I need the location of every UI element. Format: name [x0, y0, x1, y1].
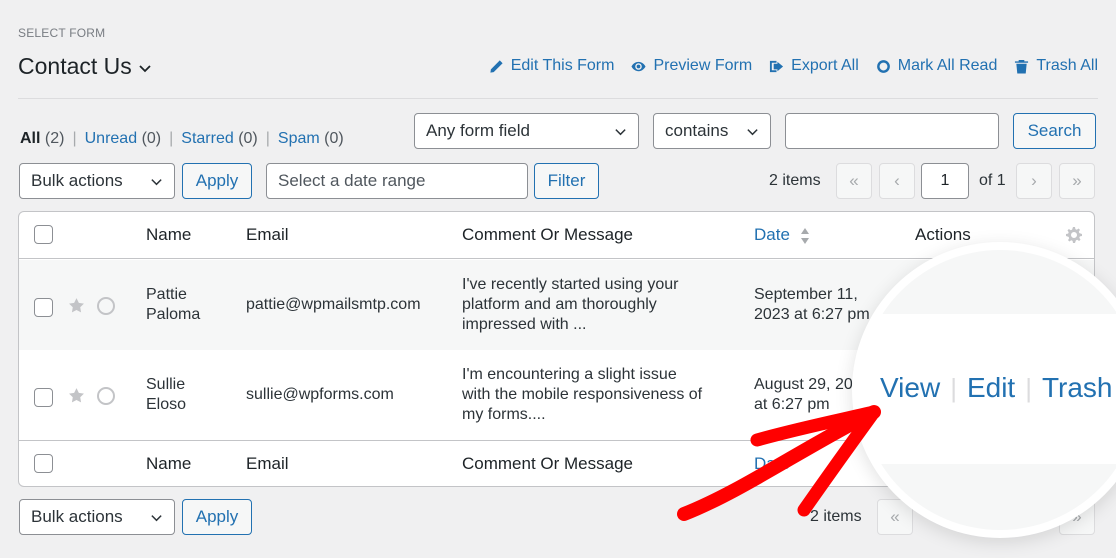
select-all-checkbox[interactable]: [34, 454, 53, 473]
magnifier-callout: View | Edit | Trash: [860, 250, 1116, 530]
entry-email: pattie@wpmailsmtp.com: [246, 296, 421, 313]
select-form-label: SELECT FORM: [18, 26, 106, 40]
view-all[interactable]: All (2): [20, 130, 64, 148]
chevron-down-icon: [151, 178, 162, 185]
chevron-down-icon: [615, 128, 626, 135]
column-message: Comment Or Message: [462, 225, 633, 244]
view-separator: |: [72, 130, 77, 147]
bulk-actions-select-bottom[interactable]: Bulk actions: [19, 499, 175, 535]
pencil-icon: [490, 59, 503, 73]
field-select[interactable]: Any form field: [414, 113, 639, 149]
action-separator: |: [1025, 372, 1032, 403]
column-email: Email: [246, 454, 289, 473]
items-count-bottom: 2 items: [810, 508, 862, 525]
mark-all-read-link[interactable]: Mark All Read: [876, 57, 998, 75]
view-separator: |: [265, 130, 270, 147]
column-actions: Actions: [915, 225, 971, 244]
trash-all-label: Trash All: [1036, 57, 1098, 74]
form-selector[interactable]: Contact Us: [18, 53, 152, 80]
read-status-icon[interactable]: [97, 387, 115, 405]
entry-name: Sullie Eloso: [146, 376, 187, 413]
column-name: Name: [146, 454, 192, 473]
prev-page-button[interactable]: ‹: [879, 163, 915, 199]
preview-form-label: Preview Form: [653, 57, 753, 74]
view-entry-link[interactable]: View: [880, 372, 940, 404]
edit-form-label: Edit This Form: [510, 57, 615, 74]
first-page-button[interactable]: «: [836, 163, 872, 199]
edit-form-link[interactable]: Edit This Form: [489, 57, 615, 75]
entry-name: Pattie Paloma: [146, 286, 201, 323]
trash-all-link[interactable]: Trash All: [1014, 57, 1098, 75]
entry-date: September 11, 2023 at 6:27 pm: [754, 286, 870, 323]
view-filters: All (2) | Unread (0) | Starred (0) | Spa…: [20, 130, 344, 148]
date-range-input[interactable]: Select a date range: [266, 163, 528, 199]
entry-message: I've recently started using your platform…: [462, 276, 679, 333]
read-status-icon[interactable]: [97, 297, 115, 315]
apply-button-bottom[interactable]: Apply: [182, 499, 252, 535]
items-count: 2 items: [769, 172, 821, 189]
star-icon[interactable]: [68, 387, 85, 404]
gear-icon[interactable]: [1066, 227, 1082, 243]
sort-icon: [800, 227, 809, 244]
mark-all-read-label: Mark All Read: [897, 57, 998, 74]
preview-form-link[interactable]: Preview Form: [631, 57, 752, 75]
column-message: Comment Or Message: [462, 454, 633, 473]
chevron-down-icon: [747, 128, 758, 135]
view-starred[interactable]: Starred (0): [181, 130, 257, 148]
export-icon: [770, 60, 784, 72]
last-page-button[interactable]: »: [1059, 163, 1095, 199]
next-page-button[interactable]: ›: [1016, 163, 1052, 199]
trash-icon: [1015, 59, 1029, 74]
chevron-down-icon: [151, 514, 162, 521]
eye-icon: [631, 61, 646, 71]
trash-entry-link[interactable]: Trash: [1042, 372, 1113, 404]
column-date[interactable]: Date: [754, 454, 790, 474]
column-date[interactable]: Date: [754, 225, 810, 245]
chevron-down-icon: [139, 65, 151, 73]
row-checkbox[interactable]: [34, 388, 53, 407]
row-checkbox[interactable]: [34, 298, 53, 317]
action-separator: |: [950, 372, 957, 403]
current-page-input[interactable]: 1: [921, 163, 969, 199]
search-button[interactable]: Search: [1013, 113, 1096, 149]
edit-entry-link[interactable]: Edit: [967, 372, 1015, 404]
apply-button[interactable]: Apply: [182, 163, 252, 199]
star-icon[interactable]: [68, 297, 85, 314]
header-divider: [18, 98, 1098, 99]
bulk-actions-select[interactable]: Bulk actions: [19, 163, 175, 199]
column-name: Name: [146, 225, 192, 244]
entry-date: August 29, 2023 at 6:27 pm: [754, 376, 871, 413]
view-unread[interactable]: Unread (0): [85, 130, 162, 148]
export-all-label: Export All: [791, 57, 859, 74]
form-title: Contact Us: [18, 53, 132, 79]
row-actions: View | Edit | Trash: [880, 372, 1113, 404]
magnified-row-background: [860, 464, 1116, 530]
search-input[interactable]: [785, 113, 999, 149]
circle-icon: [876, 59, 890, 73]
view-spam[interactable]: Spam (0): [278, 130, 344, 148]
column-email: Email: [246, 225, 289, 244]
select-all-checkbox[interactable]: [34, 225, 53, 244]
operator-select[interactable]: contains: [653, 113, 771, 149]
export-all-link[interactable]: Export All: [769, 57, 859, 75]
entry-message: I'm encountering a slight issue with the …: [462, 366, 703, 423]
entry-email: sullie@wpforms.com: [246, 386, 394, 403]
filter-button[interactable]: Filter: [534, 163, 599, 199]
form-actions: Edit This Form Preview Form Export All M…: [489, 57, 1098, 75]
view-separator: |: [169, 130, 174, 147]
total-pages: of 1: [979, 172, 1006, 189]
magnified-row-background: [860, 250, 1116, 314]
